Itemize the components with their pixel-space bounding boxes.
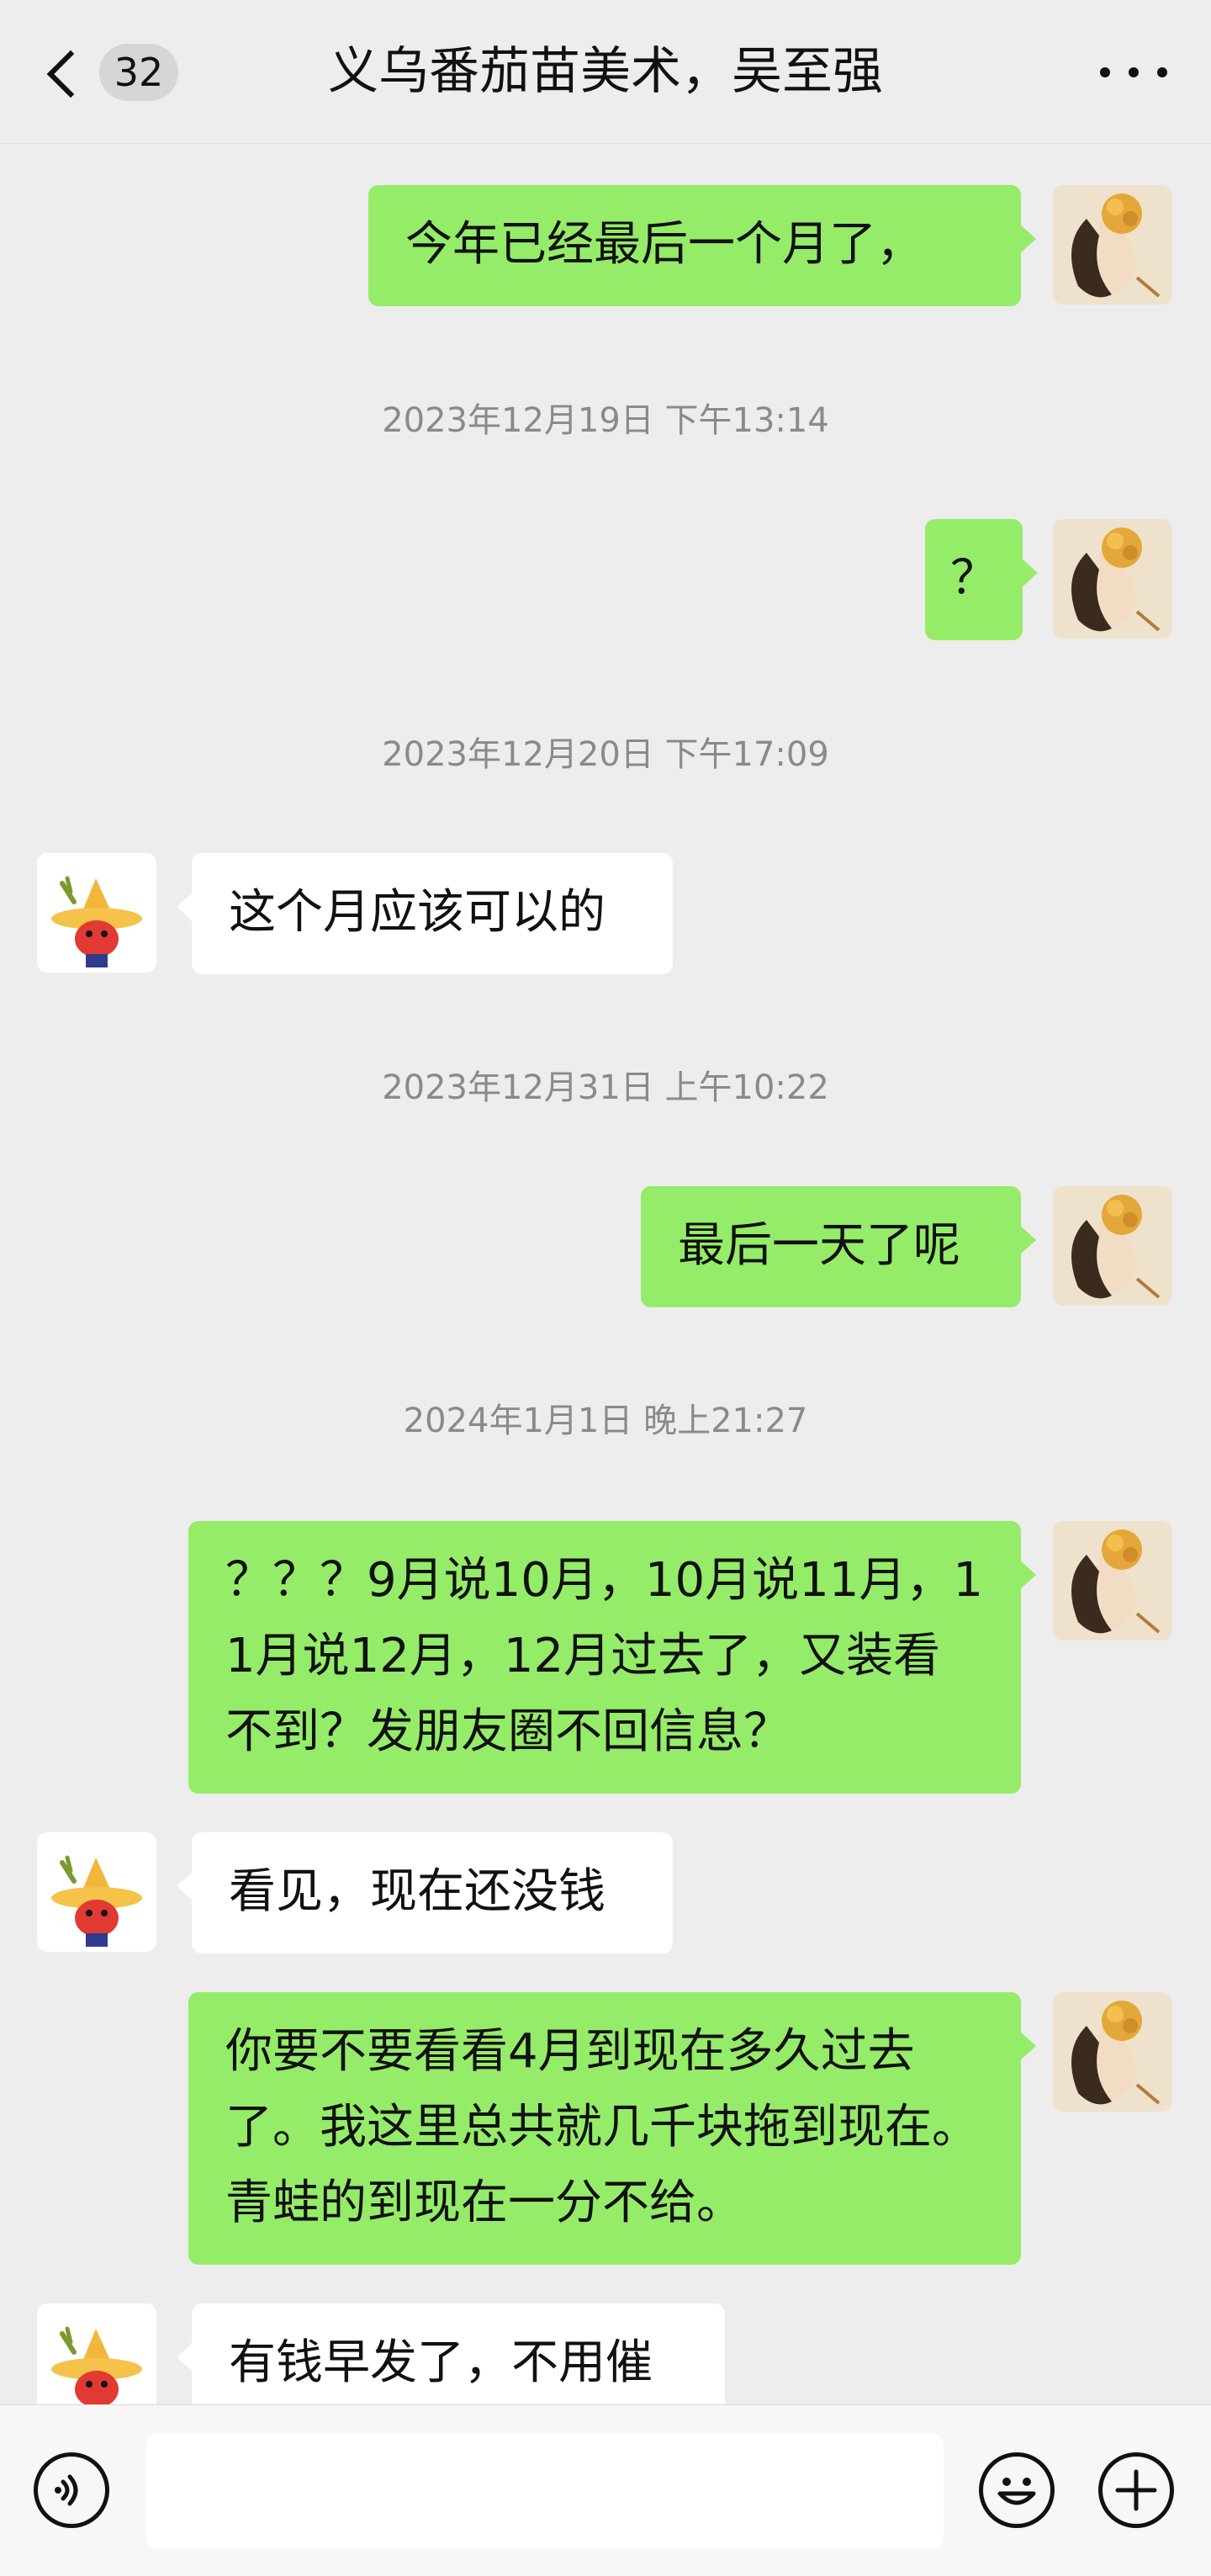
woman-portrait-image <box>1053 519 1172 639</box>
sent-message-bubble[interactable]: ？ <box>925 519 1038 640</box>
received-message-bubble[interactable]: 看见，现在还没钱 <box>177 1832 673 1953</box>
more-functions-button[interactable] <box>1098 2452 1174 2528</box>
woman-portrait-image <box>1053 1521 1172 1640</box>
sent-message-bubble[interactable]: 最后一天了呢 <box>641 1186 1036 1307</box>
voice-icon <box>55 2474 78 2506</box>
voice-input-button[interactable] <box>34 2452 109 2528</box>
unread-count-badge: 32 <box>99 44 178 101</box>
more-dot-icon <box>1129 67 1139 77</box>
woman-portrait-image <box>1053 1992 1172 2112</box>
chat-title: 义乌番茄苗美术，吴至强 <box>328 42 883 101</box>
cartoon-hat-avatar-image <box>37 1832 156 1952</box>
received-message-bubble[interactable]: 这个月应该可以的 <box>177 853 673 974</box>
timestamp: 2023年12月19日 下午13:14 <box>382 401 829 440</box>
back-button[interactable]: 32 <box>34 34 202 109</box>
input-bar <box>0 2404 1211 2576</box>
my-avatar[interactable] <box>1053 185 1172 305</box>
contact-avatar[interactable] <box>37 1832 156 1952</box>
chevron-left-icon <box>46 50 95 98</box>
sent-message-bubble[interactable]: 你要不要看看4月到现在多久过去了。我这里总共就几千块拖到现在。青蛙的到现在一分不… <box>188 1992 1036 2265</box>
my-avatar[interactable] <box>1053 1186 1172 1306</box>
my-avatar[interactable] <box>1053 1521 1172 1640</box>
timestamp: 2023年12月20日 下午17:09 <box>382 735 829 774</box>
message-input[interactable] <box>146 2434 944 2548</box>
my-avatar[interactable] <box>1053 1992 1172 2112</box>
contact-avatar[interactable] <box>37 853 156 973</box>
emoji-button[interactable] <box>979 2452 1055 2528</box>
more-dot-icon <box>1100 67 1110 77</box>
cartoon-hat-avatar-image <box>37 853 156 973</box>
my-avatar[interactable] <box>1053 519 1172 639</box>
timestamp: 2024年1月1日 晚上21:27 <box>403 1402 808 1440</box>
woman-portrait-image <box>1053 185 1172 305</box>
chat-header: 32 义乌番茄苗美术，吴至强 <box>0 0 1211 144</box>
sent-message-bubble[interactable]: ？？？9月说10月，10月说11月，11月说12月，12月过去了，又装看不到？发… <box>188 1521 1036 1794</box>
emoji-icon <box>997 2478 1036 2505</box>
more-dot-icon <box>1157 67 1167 77</box>
sent-message-bubble[interactable]: 今年已经最后一个月了， <box>368 185 1036 306</box>
more-options-button[interactable] <box>1092 34 1176 109</box>
plus-icon <box>1115 2469 1157 2511</box>
timestamp: 2023年12月31日 上午10:22 <box>382 1068 829 1107</box>
woman-portrait-image <box>1053 1186 1172 1306</box>
